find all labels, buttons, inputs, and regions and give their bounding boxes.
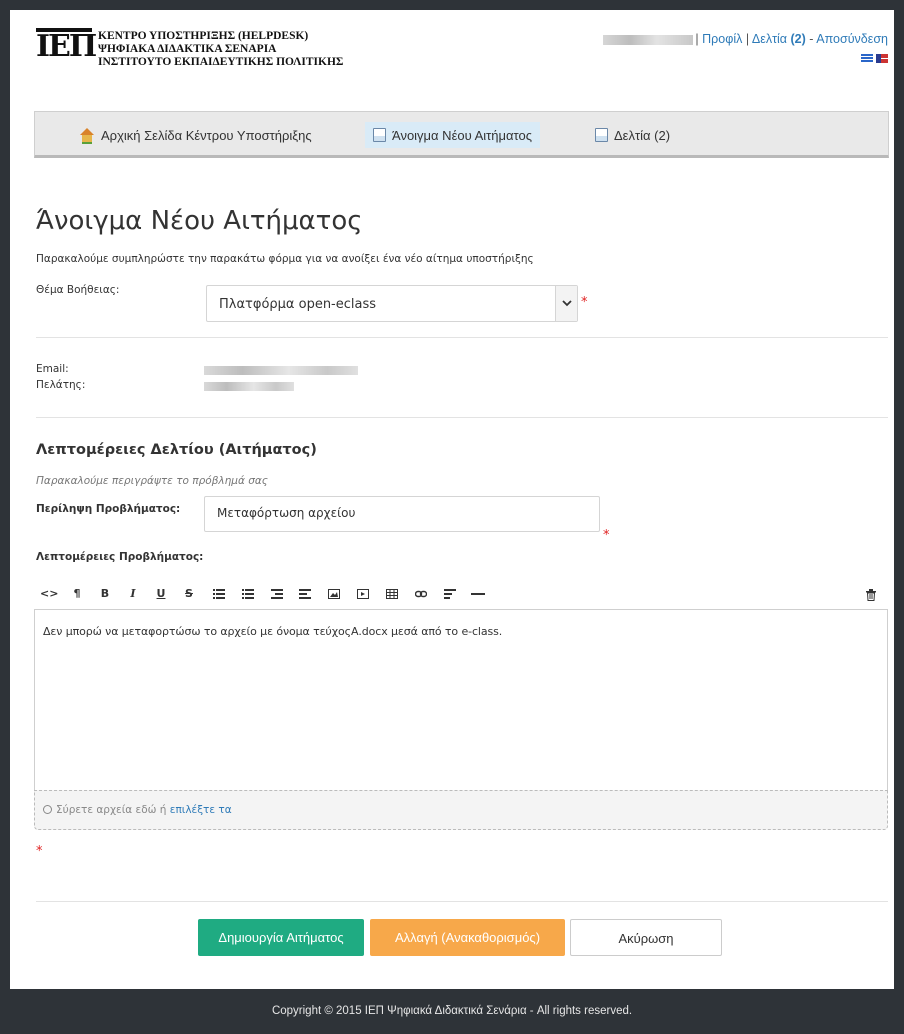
summary-input-box[interactable]: [204, 496, 600, 532]
new-ticket-icon: [373, 128, 386, 142]
profile-link[interactable]: Προφίλ: [702, 32, 742, 46]
top-strip: [0, 0, 904, 10]
nav-item-label: Αρχική Σελίδα Κέντρου Υποστήριξης: [101, 127, 312, 143]
divider: [36, 901, 888, 902]
separator: |: [695, 32, 699, 46]
logo-line-1: ΚΕΝΤΡΟ ΥΠΟΣΤΗΡΙΞΗΣ (HELPDESK): [98, 30, 309, 42]
trash-icon[interactable]: [862, 584, 880, 604]
ordered-list-icon[interactable]: [239, 584, 257, 604]
username-redacted: [603, 34, 694, 45]
cancel-button[interactable]: Ακύρωση: [570, 919, 722, 956]
email-label: Email:: [36, 363, 69, 375]
details-section-title: Λεπτομέρειες Δελτίου (Αιτήματος): [36, 442, 317, 458]
logo-line-2: ΨΗΦΙΑΚΑ ΔΙΔΑΚΤΙΚΑ ΣΕΝΑΡΙΑ: [98, 43, 277, 55]
align-icon[interactable]: [441, 584, 459, 604]
required-mark: *: [603, 528, 610, 543]
separator: |: [745, 32, 750, 46]
file-dropzone[interactable]: Σύρετε αρχεία εδώ ή επιλέξτε τα: [34, 790, 888, 830]
indent-icon[interactable]: [296, 584, 314, 604]
nav-item-label: Άνοιγμα Νέου Αιτήματος: [392, 127, 532, 143]
editor-toolbar: <> ¶ B I U S: [34, 579, 888, 609]
language-flags: [861, 54, 888, 63]
dash: -: [809, 32, 814, 46]
divider: [36, 337, 888, 338]
logo-line-3: ΙΝΣΤΙΤΟΥΤΟ ΕΚΠΑΙΔΕΥΤΙΚΗΣ ΠΟΛΙΤΙΚΗΣ: [98, 56, 344, 68]
help-topic-label: Θέμα Βοήθειας:: [36, 284, 120, 296]
chevron-down-icon: [555, 286, 577, 321]
client-label: Πελάτης:: [36, 379, 86, 391]
create-ticket-button[interactable]: Δημιουργία Αιτήματος: [198, 919, 364, 956]
image-icon[interactable]: [325, 584, 343, 604]
required-mark: *: [581, 295, 588, 310]
bold-icon[interactable]: B: [96, 584, 114, 604]
reset-button[interactable]: Αλλαγή (Ανακαθορισμός): [370, 919, 565, 956]
required-mark: *: [36, 844, 43, 859]
italic-icon[interactable]: I: [124, 584, 142, 604]
tickets-icon: [595, 128, 608, 142]
nav-item-new-ticket[interactable]: Άνοιγμα Νέου Αιτήματος: [365, 122, 540, 148]
nav-item-home[interactable]: Αρχική Σελίδα Κέντρου Υποστήριξης: [71, 122, 320, 148]
problem-editor[interactable]: Δεν μπορώ να μεταφορτώσω το αρχείο με όν…: [34, 609, 888, 790]
paragraph-icon[interactable]: ¶: [68, 584, 86, 604]
details-section-subtitle: Παρακαλούμε περιγράψτε το πρόβλημά σας: [36, 475, 268, 487]
page-title: Άνοιγμα Νέου Αιτήματος: [36, 206, 363, 236]
outdent-icon[interactable]: [268, 584, 286, 604]
help-topic-select[interactable]: Πλατφόρμα open-eclass: [206, 285, 578, 322]
divider: [36, 417, 888, 418]
problem-details-label: Λεπτομέρειες Προβλήματος:: [36, 551, 204, 563]
underline-icon[interactable]: U: [152, 584, 170, 604]
english-flag-icon[interactable]: [876, 54, 888, 63]
tickets-count: (2): [790, 32, 806, 46]
unordered-list-icon[interactable]: [210, 584, 228, 604]
link-icon[interactable]: [412, 584, 430, 604]
editor-content[interactable]: Δεν μπορώ να μεταφορτώσω το αρχείο με όν…: [43, 625, 502, 638]
page: ΙΕΠ ΚΕΝΤΡΟ ΥΠΟΣΤΗΡΙΞΗΣ (HELPDESK) ΨΗΦΙΑΚ…: [10, 10, 894, 989]
help-topic-value: Πλατφόρμα open-eclass: [219, 297, 377, 312]
tickets-link[interactable]: Δελτία (2): [752, 32, 806, 46]
footer-copyright: Copyright © 2015 ΙΕΠ Ψηφιακά Διδακτικά Σ…: [0, 989, 904, 1024]
iep-logo-mark: ΙΕΠ: [36, 28, 97, 64]
code-icon[interactable]: <>: [40, 584, 58, 604]
home-icon: [79, 128, 95, 144]
logo-text: ΚΕΝΤΡΟ ΥΠΟΣΤΗΡΙΞΗΣ (HELPDESK) ΨΗΦΙΑΚΑ ΔΙ…: [98, 30, 418, 69]
strikethrough-icon[interactable]: S: [180, 584, 198, 604]
dropzone-text: Σύρετε αρχεία εδώ ή επιλέξτε τα: [43, 804, 232, 816]
logout-link[interactable]: Αποσύνδεση: [816, 32, 888, 46]
user-links: | Προφίλ | Δελτία (2) - Αποσύνδεση: [603, 32, 888, 46]
summary-input[interactable]: [217, 506, 587, 520]
client-value-redacted: [204, 382, 294, 391]
form-intro: Παρακαλούμε συμπληρώστε την παρακάτω φόρ…: [36, 253, 534, 265]
summary-label: Περίληψη Προβλήματος:: [36, 503, 181, 515]
video-icon[interactable]: [354, 584, 372, 604]
email-value-redacted: [204, 366, 358, 375]
table-icon[interactable]: [383, 584, 401, 604]
greek-flag-icon[interactable]: [861, 54, 873, 63]
upload-icon: [43, 805, 52, 814]
choose-files-link[interactable]: επιλέξτε τα: [170, 804, 232, 816]
nav-item-tickets[interactable]: Δελτία (2): [587, 122, 678, 148]
main-nav: Αρχική Σελίδα Κέντρου Υποστήριξης Άνοιγμ…: [34, 111, 889, 158]
nav-item-label: Δελτία (2): [614, 127, 671, 143]
horizontal-rule-icon[interactable]: [468, 584, 486, 604]
